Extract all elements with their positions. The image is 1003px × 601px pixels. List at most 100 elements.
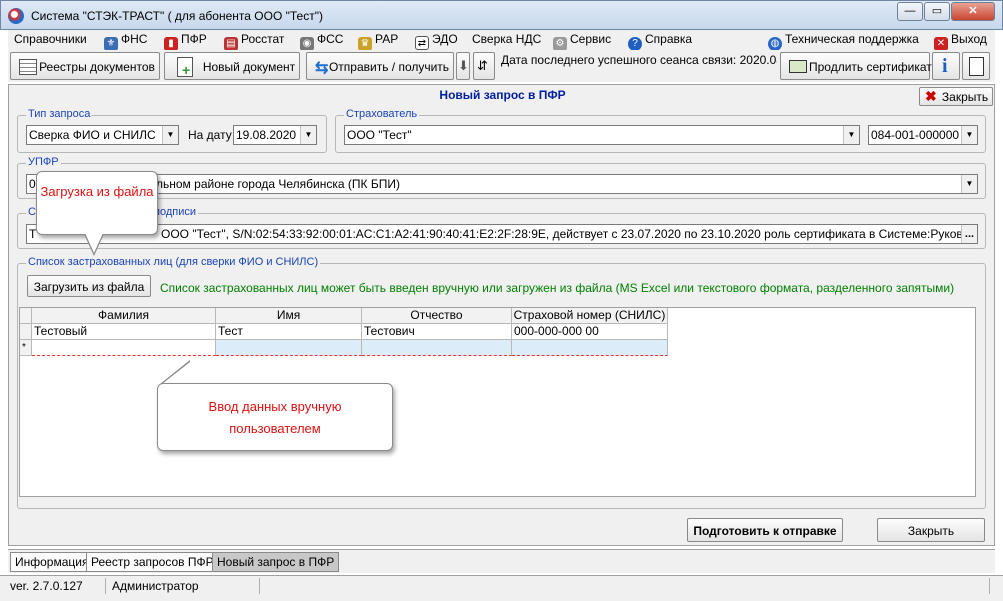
insurer-code-select[interactable]: 084-001-000000 ▼	[868, 125, 978, 145]
globe-icon: ◍	[768, 37, 782, 51]
document-icon	[969, 57, 984, 76]
menu-label: РАР	[375, 32, 399, 46]
callout-manual-tail-fill	[162, 362, 190, 384]
column-header-patronymic[interactable]: Отчество	[362, 308, 512, 324]
callout-file-text: Загрузка из файла	[40, 184, 154, 199]
user-text: Администратор	[110, 578, 260, 594]
load-from-file-button[interactable]: Загрузить из файла	[27, 275, 151, 297]
new-row-patronymic-input[interactable]	[362, 340, 512, 356]
send-receive-button[interactable]: ⇆ Отправить / получить	[306, 52, 454, 80]
menu-label: ЭДО	[432, 32, 458, 46]
browse-button[interactable]: ...	[961, 225, 977, 243]
insurer-legend: Страхователь	[344, 108, 420, 120]
pdf-button[interactable]	[962, 52, 990, 80]
registry-button[interactable]: Реестры документов	[10, 52, 160, 80]
menu-edo[interactable]: ⇄ ЭДО	[415, 32, 458, 50]
down-arrow-button[interactable]: ⬇	[456, 52, 470, 80]
certificate-field[interactable]: Т ООО "Тест", S/N:02:54:33:92:00:01:AC:C…	[26, 224, 978, 244]
menu-label: Росстат	[241, 32, 285, 46]
tab-pfr-registry[interactable]: Реестр запросов ПФР	[86, 552, 219, 572]
insurer-value: ООО "Тест"	[347, 128, 412, 142]
menu-exit[interactable]: ✕ Выход	[934, 32, 987, 51]
menu-pfr[interactable]: ▮ ПФР	[164, 32, 207, 51]
edo-icon: ⇄	[415, 36, 429, 50]
rar-icon: ♛	[358, 37, 372, 51]
callout-file-tail-fill	[85, 233, 103, 253]
request-type-select[interactable]: Сверка ФИО и СНИЛС ▼	[26, 125, 179, 145]
minimize-button[interactable]: —	[897, 2, 923, 21]
callout-manual-text: Ввод данных вручную пользователем	[208, 399, 342, 436]
certificate-group: Се подписи Т ООО "Тест", S/N:02:54:33:92…	[17, 206, 986, 249]
certificate-icon	[789, 60, 807, 73]
callout-manual-input: Ввод данных вручную пользователем	[157, 383, 393, 451]
upfr-legend: УПФР	[26, 156, 61, 168]
request-type-group: Тип запроса Сверка ФИО и СНИЛС ▼ На дату …	[17, 108, 327, 153]
menu-tech-support[interactable]: ◍ Техническая поддержка	[768, 32, 919, 51]
close-form-button-top[interactable]: ✖ Закрыть	[919, 87, 993, 106]
menu-label: ФНС	[121, 32, 148, 46]
new-row-marker: *	[20, 340, 32, 356]
table-cell[interactable]: 000-000-000 00	[512, 324, 668, 340]
menu-rar[interactable]: ♛ РАР	[358, 32, 398, 51]
help-icon: ?	[628, 37, 642, 51]
new-row-firstname-input[interactable]	[216, 340, 362, 356]
insurer-code-value: 084-001-000000	[871, 128, 960, 142]
info-icon: i	[942, 55, 948, 77]
close-window-button[interactable]: ✕	[951, 2, 995, 21]
date-value: 19.08.2020	[236, 128, 297, 142]
column-header-snils[interactable]: Страховой номер (СНИЛС)	[512, 308, 668, 324]
table-cell[interactable]: Тест	[216, 324, 362, 340]
date-picker[interactable]: 19.08.2020 ▼	[233, 125, 317, 145]
sync-icon: ⇵	[477, 58, 488, 73]
menu-spravochniki[interactable]: Справочники	[14, 32, 87, 46]
menu-label: Выход	[951, 32, 987, 46]
column-header-lastname[interactable]: Фамилия	[32, 308, 216, 324]
insured-list-legend: Список застрахованных лиц (для сверки ФИ…	[26, 256, 321, 268]
tab-information[interactable]: Информация	[10, 552, 94, 572]
title-bar: Система "СТЭК-ТРАСТ" ( для абонента ООО …	[0, 0, 1003, 30]
menu-servis[interactable]: ⚙ Сервис	[553, 32, 611, 51]
new-document-label: Новый документ	[202, 60, 296, 74]
new-row-lastname-input[interactable]	[32, 340, 216, 356]
new-document-icon: +	[177, 57, 193, 77]
fns-icon: ⚜	[104, 37, 118, 51]
maximize-icon: ▭	[931, 5, 943, 17]
close-bottom-label: Закрыть	[907, 524, 955, 538]
prepare-send-button[interactable]: Подготовить к отправке	[687, 518, 843, 542]
last-session-text: Дата последнего успешного сеанса связи: …	[501, 53, 777, 67]
gear-icon: ⚙	[553, 37, 567, 51]
chevron-down-icon: ▼	[961, 175, 977, 193]
table-cell[interactable]: Тестовый	[32, 324, 216, 340]
menu-fns[interactable]: ⚜ ФНС	[104, 32, 147, 51]
window-tabs: Информация Реестр запросов ПФР Новый зап…	[8, 549, 995, 573]
table-cell[interactable]: Тестович	[362, 324, 512, 340]
close-form-button-bottom[interactable]: Закрыть	[877, 518, 985, 542]
info-button[interactable]: i	[932, 52, 960, 80]
callout-file-upload: Загрузка из файла	[36, 171, 158, 235]
maximize-button[interactable]: ▭	[924, 2, 950, 21]
extend-cert-button[interactable]: Продлить сертификат	[780, 52, 932, 80]
row-selector[interactable]	[20, 324, 32, 340]
menu-rosstat[interactable]: ▤ Росстат	[224, 32, 284, 51]
date-label: На дату	[188, 128, 232, 142]
tab-new-pfr-request[interactable]: Новый запрос в ПФР	[212, 552, 340, 572]
new-document-button[interactable]: + Новый документ	[164, 52, 300, 80]
upfr-select[interactable]: 0 льном районе города Челябинска (ПК БПИ…	[26, 174, 978, 194]
extend-cert-label: Продлить сертификат	[809, 60, 932, 74]
close-form-label: Закрыть	[941, 90, 989, 104]
toolbar: Реестры документов + Новый документ ⇆ От…	[8, 50, 995, 82]
insurer-select[interactable]: ООО "Тест" ▼	[344, 125, 860, 145]
exit-icon: ✕	[934, 37, 948, 51]
menu-spravka[interactable]: ? Справка	[628, 32, 692, 51]
column-header-firstname[interactable]: Имя	[216, 308, 362, 324]
menu-bar: Справочники ⚜ ФНС ▮ ПФР ▤ Росстат ◉ ФСС ♛ РАР…	[8, 30, 995, 51]
menu-sverka-nds[interactable]: Сверка НДС	[472, 32, 541, 46]
new-row-snils-input[interactable]	[512, 340, 668, 356]
upfr-group: УПФР 0 льном районе города Челябинска (П…	[17, 156, 986, 199]
fss-icon: ◉	[300, 37, 314, 51]
send-receive-label: Отправить / получить	[328, 60, 450, 74]
menu-label: ПФР	[181, 32, 207, 46]
menu-fss[interactable]: ◉ ФСС	[300, 32, 343, 51]
sync-button[interactable]: ⇵	[473, 52, 495, 80]
window-title: Система "СТЭК-ТРАСТ" ( для абонента ООО …	[31, 9, 323, 23]
